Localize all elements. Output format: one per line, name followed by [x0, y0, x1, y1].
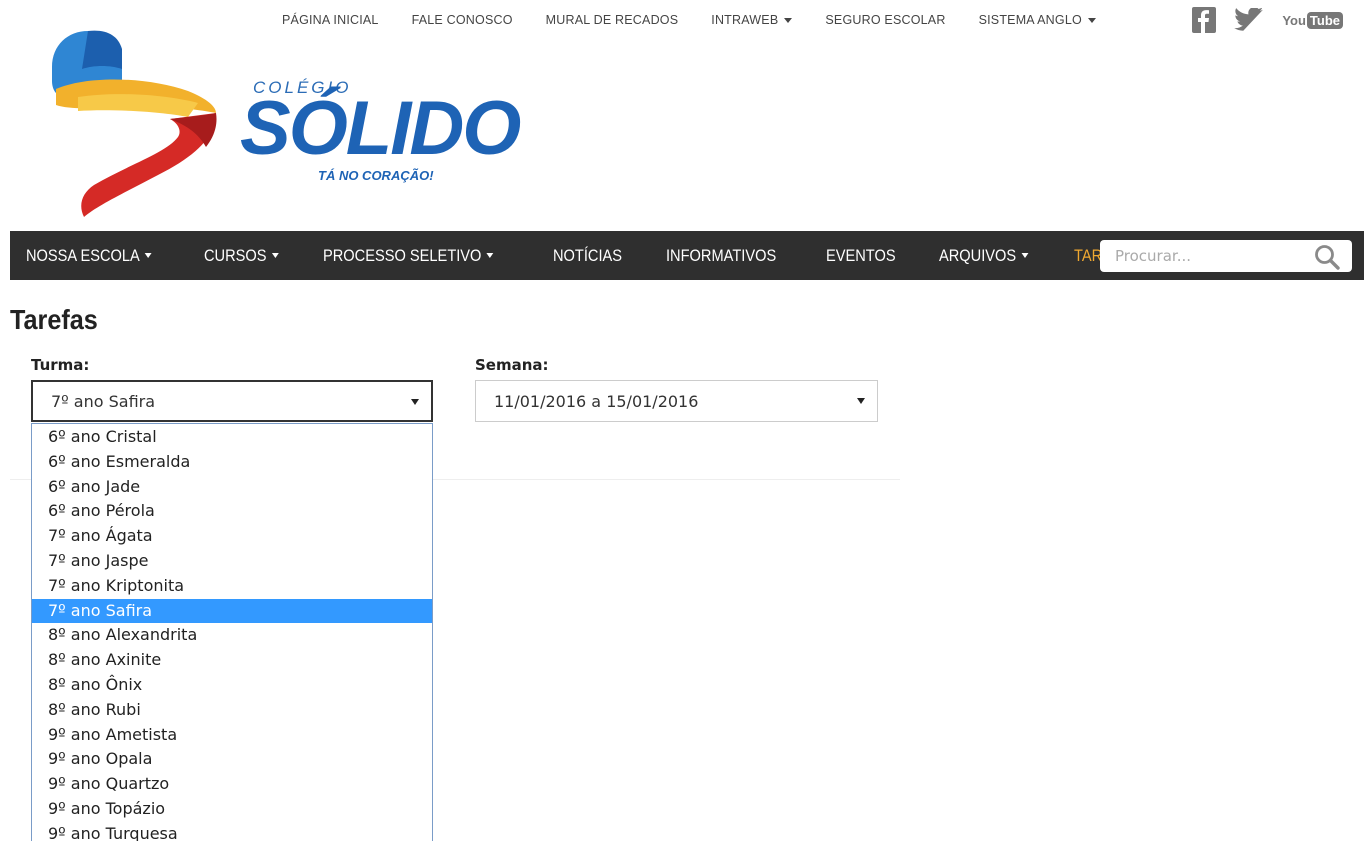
youtube-link[interactable]: You Tube	[1282, 11, 1343, 29]
dropdown-option[interactable]: 9º ano Ametista	[32, 723, 432, 748]
twitter-icon	[1234, 8, 1264, 31]
social-links: You Tube	[1174, 7, 1343, 33]
dropdown-option-selected[interactable]: 7º ano Safira	[32, 598, 432, 624]
dropdown-option[interactable]: 7º ano Kriptonita	[32, 574, 432, 599]
main-nav-item-nossa-escola[interactable]: NOSSA ESCOLA	[26, 246, 152, 266]
school-logo[interactable]: COLÉGIO SÓLIDO TÁ NO CORAÇÃO!	[48, 25, 521, 220]
main-nav-label: CURSOS	[204, 245, 267, 265]
dropdown-option[interactable]: 7º ano Jaspe	[32, 549, 432, 574]
main-nav-label: NOSSA ESCOLA	[26, 245, 140, 265]
dropdown-option[interactable]: 9º ano Opala	[32, 747, 432, 772]
top-nav-label: INTRAWEB	[711, 13, 779, 27]
caret-down-icon	[1087, 17, 1096, 23]
search-icon[interactable]	[1314, 244, 1340, 270]
semana-select[interactable]: 11/01/2016 a 15/01/2016	[475, 380, 878, 422]
youtube-you-text: You	[1282, 12, 1306, 28]
semana-label: Semana:	[475, 356, 549, 374]
turma-selected-value: 7º ano Safira	[51, 391, 156, 411]
twitter-link[interactable]	[1234, 8, 1264, 32]
top-nav-item-mural-de-recados[interactable]: MURAL DE RECADOS	[546, 13, 679, 27]
dropdown-option[interactable]: 6º ano Pérola	[32, 499, 432, 524]
logo-name: SÓLIDO	[240, 86, 521, 171]
turma-select[interactable]: 7º ano Safira	[31, 380, 433, 422]
facebook-icon	[1192, 7, 1217, 33]
facebook-link[interactable]	[1192, 7, 1217, 33]
caret-down-icon	[784, 17, 793, 23]
main-nav-label: EVENTOS	[825, 245, 896, 265]
caret-down-icon	[144, 253, 152, 258]
dropdown-option[interactable]: 6º ano Jade	[32, 475, 432, 500]
logo-slogan: TÁ NO CORAÇÃO!	[318, 168, 434, 183]
dropdown-option[interactable]: 6º ano Esmeralda	[32, 450, 432, 475]
dropdown-option[interactable]: 8º ano Ônix	[32, 673, 432, 698]
caret-down-icon	[486, 253, 494, 258]
main-nav-label: NOTÍCIAS	[553, 245, 623, 265]
dropdown-option[interactable]: 9º ano Topázio	[32, 797, 432, 822]
turma-label: Turma:	[31, 356, 90, 374]
logo-s-emblem	[52, 30, 217, 217]
dropdown-option[interactable]: 8º ano Rubi	[32, 698, 432, 723]
main-nav-label: ARQUIVOS	[938, 245, 1016, 265]
dropdown-option[interactable]: 9º ano Turquesa	[32, 822, 432, 841]
top-nav-item-intraweb[interactable]: INTRAWEB	[711, 13, 793, 27]
dropdown-option[interactable]: 8º ano Axinite	[32, 648, 432, 673]
main-nav: NOSSA ESCOLA CURSOS PROCESSO SELETIVO NO…	[10, 231, 1364, 280]
dropdown-option[interactable]: 6º ano Cristal	[32, 425, 432, 450]
turma-dropdown-list: 6º ano Cristal 6º ano Esmeralda 6º ano J…	[31, 423, 433, 841]
caret-down-icon	[271, 253, 279, 258]
main-nav-item-cursos[interactable]: CURSOS	[204, 246, 279, 266]
top-nav-label: SISTEMA ANGLO	[978, 13, 1082, 27]
chevron-down-icon	[411, 399, 419, 405]
top-nav-item-sistema-anglo[interactable]: SISTEMA ANGLO	[979, 13, 1096, 27]
main-nav-item-informativos[interactable]: INFORMATIVOS	[666, 246, 776, 266]
top-nav-label: SEGURO ESCOLAR	[825, 13, 946, 27]
main-nav-item-processo-seletivo[interactable]: PROCESSO SELETIVO	[323, 245, 494, 266]
top-nav-label: MURAL DE RECADOS	[545, 13, 679, 27]
youtube-icon: You Tube	[1282, 11, 1343, 29]
semana-selected-value: 11/01/2016 a 15/01/2016	[494, 391, 699, 411]
main-nav-label: PROCESSO SELETIVO	[323, 245, 482, 265]
chevron-down-icon	[857, 398, 865, 404]
main-nav-item-eventos[interactable]: EVENTOS	[826, 246, 896, 266]
search-box	[1100, 240, 1352, 272]
dropdown-option[interactable]: 8º ano Alexandrita	[32, 623, 432, 648]
dropdown-option[interactable]: 9º ano Quartzo	[32, 772, 432, 797]
main-nav-item-noticias[interactable]: NOTÍCIAS	[553, 246, 622, 266]
search-input[interactable]	[1100, 247, 1300, 265]
top-nav-item-seguro-escolar[interactable]: SEGURO ESCOLAR	[825, 13, 945, 27]
dropdown-option[interactable]: 7º ano Ágata	[32, 524, 432, 549]
main-nav-label: INFORMATIVOS	[665, 245, 776, 265]
youtube-tube-text: Tube	[1306, 11, 1343, 29]
main-nav-item-arquivos[interactable]: ARQUIVOS	[939, 246, 1028, 266]
caret-down-icon	[1020, 253, 1028, 258]
page-title: Tarefas	[10, 304, 98, 335]
